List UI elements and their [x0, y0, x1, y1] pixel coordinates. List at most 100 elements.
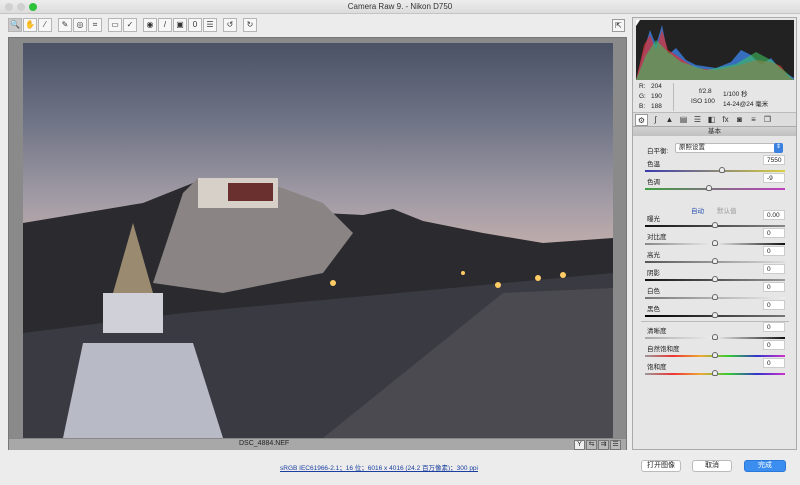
divider	[641, 321, 789, 322]
toolbar-separator	[218, 18, 222, 34]
slider-label: 色温	[647, 161, 660, 168]
toolbar-separator	[138, 18, 142, 34]
default-link[interactable]: 默认值	[717, 205, 737, 215]
r-value: 204	[651, 83, 662, 90]
toolbar-separator	[238, 18, 242, 34]
chevron-updown-icon: ⇕	[774, 143, 783, 153]
workflow-options-link[interactable]: sRGB IEC61966-2.1；16 位；6016 x 4016 (24.2…	[280, 462, 478, 472]
slider-thumb[interactable]	[712, 370, 718, 376]
before-after-toggle-icon[interactable]: Y	[574, 440, 585, 450]
slider-label: 曝光	[647, 216, 660, 223]
slider-label: 阴影	[647, 270, 660, 277]
r-label: R:	[639, 83, 646, 90]
swap-settings-icon[interactable]: ⇆	[586, 440, 597, 450]
section-header: 基本	[633, 127, 796, 136]
straighten-icon[interactable]: ▭	[108, 18, 122, 32]
done-button[interactable]: 完成	[744, 460, 786, 472]
slider-value-input[interactable]: 0	[763, 246, 785, 256]
close-button[interactable]	[5, 3, 13, 11]
tab-detail-icon[interactable]: ▲	[663, 114, 676, 126]
slider-value-input[interactable]: 0	[763, 340, 785, 350]
hand-icon[interactable]: ✋	[23, 18, 37, 32]
slider-value-input[interactable]: 0	[763, 264, 785, 274]
window-title: Camera Raw 9. - Nikon D750	[347, 2, 453, 11]
tab-camera-calibration-icon[interactable]: ◙	[733, 114, 746, 126]
slider-track[interactable]	[645, 170, 785, 172]
filename-bar: DSC_4884.NEF Y ⇆ ⇉ ☰	[9, 438, 626, 450]
slider-label: 饱和度	[647, 364, 667, 371]
white-balance-select[interactable]: 原照设置 ⇕	[675, 143, 783, 153]
slider-thumb[interactable]	[712, 294, 718, 300]
slider-label: 自然饱和度	[647, 346, 680, 353]
slider-label: 黑色	[647, 306, 660, 313]
slider-thumb[interactable]	[712, 352, 718, 358]
cancel-button[interactable]: 取消	[692, 460, 732, 472]
slider-thumb[interactable]	[712, 222, 718, 228]
slider-value-input[interactable]: 0	[763, 228, 785, 238]
panel-tabs: ⚙ ∫ ▲ ▤ ☰ ◧ fx ◙ ≡ ❐	[633, 113, 796, 127]
zoom-icon[interactable]: 🔍	[8, 18, 22, 32]
graduated-filter-icon[interactable]: ▣	[173, 18, 187, 32]
open-image-button[interactable]: 打开图像	[641, 460, 681, 472]
slider-value-input[interactable]: 0	[763, 322, 785, 332]
crop-icon[interactable]: ⌗	[88, 18, 102, 32]
slider-thumb[interactable]	[712, 258, 718, 264]
iso: ISO 100	[691, 98, 715, 105]
red-eye-icon[interactable]: ◉	[143, 18, 157, 32]
slider-thumb[interactable]	[712, 312, 718, 318]
white-balance-value: 原照设置	[679, 144, 705, 151]
image-viewer[interactable]: DSC_4884.NEF Y ⇆ ⇉ ☰	[8, 37, 627, 450]
white-balance-icon[interactable]: ⁄	[38, 18, 52, 32]
toolbar: 🔍 ✋ ⁄ ✎ ◎ ⌗ ▭ ✓ ◉ / ▣ 0 ☰ ↺ ↻	[8, 18, 257, 34]
filename-label: DSC_4884.NEF	[239, 440, 290, 447]
slider-thumb[interactable]	[712, 276, 718, 282]
preferences-icon[interactable]: ☰	[203, 18, 217, 32]
adjustment-brush-icon[interactable]: /	[158, 18, 172, 32]
auto-link[interactable]: 自动	[691, 205, 704, 215]
bottom-bar: sRGB IEC61966-2.1；16 位；6016 x 4016 (24.2…	[0, 451, 800, 485]
tab-tone-curve-icon[interactable]: ∫	[649, 114, 662, 126]
histogram	[636, 20, 794, 80]
rotate-cw-icon[interactable]: ↻	[243, 18, 257, 32]
target-adjust-icon[interactable]: ◎	[73, 18, 87, 32]
slider-value-input[interactable]: 0	[763, 282, 785, 292]
zoom-window-button[interactable]	[29, 3, 37, 11]
slider-value-input[interactable]: 7550	[763, 155, 785, 165]
toggle-settings-icon[interactable]: ☰	[610, 440, 621, 450]
slider-value-input[interactable]: -9	[763, 173, 785, 183]
tab-basic-icon[interactable]: ⚙	[635, 114, 648, 126]
minimize-button[interactable]	[17, 3, 25, 11]
rotate-ccw-icon[interactable]: ↺	[223, 18, 237, 32]
slider-value-input[interactable]: 0	[763, 300, 785, 310]
tab-snapshots-icon[interactable]: ❐	[761, 114, 774, 126]
slider-thumb[interactable]	[706, 185, 713, 191]
spot-removal-icon[interactable]: ✓	[123, 18, 137, 32]
tab-split-toning-icon[interactable]: ☰	[691, 114, 704, 126]
photo-scene	[23, 178, 613, 438]
tab-effects-icon[interactable]: fx	[719, 114, 732, 126]
tab-lens-icon[interactable]: ◧	[705, 114, 718, 126]
color-sampler-icon[interactable]: ✎	[58, 18, 72, 32]
tab-presets-icon[interactable]: ≡	[747, 114, 760, 126]
slider-thumb[interactable]	[719, 167, 725, 173]
title-bar: Camera Raw 9. - Nikon D750	[0, 0, 800, 14]
slider-thumb[interactable]	[712, 240, 718, 246]
export-icon[interactable]: ⇱	[612, 19, 625, 32]
white-balance-label: 白平衡:	[647, 148, 669, 155]
slider-thumb[interactable]	[712, 334, 718, 340]
shutter: 1/100 秒	[723, 91, 748, 98]
toolbar-separator	[103, 18, 107, 34]
b-value: 188	[651, 103, 662, 110]
slider-track[interactable]	[645, 188, 785, 190]
copy-settings-icon[interactable]: ⇉	[598, 440, 609, 450]
radial-filter-icon[interactable]: 0	[188, 18, 202, 32]
photo-preview	[23, 43, 613, 438]
aperture: f/2.8	[699, 88, 712, 95]
tab-hsl-icon[interactable]: ▤	[677, 114, 690, 126]
adjustment-panel: R: 204 G: 190 B: 188 f/2.8 1/100 秒 ISO 100 …	[632, 17, 797, 450]
divider	[673, 83, 674, 111]
b-label: B:	[639, 103, 646, 110]
slider-value-input[interactable]: 0.00	[763, 210, 785, 220]
image-info: R: 204 G: 190 B: 188 f/2.8 1/100 秒 ISO 100 …	[633, 81, 796, 113]
slider-value-input[interactable]: 0	[763, 358, 785, 368]
